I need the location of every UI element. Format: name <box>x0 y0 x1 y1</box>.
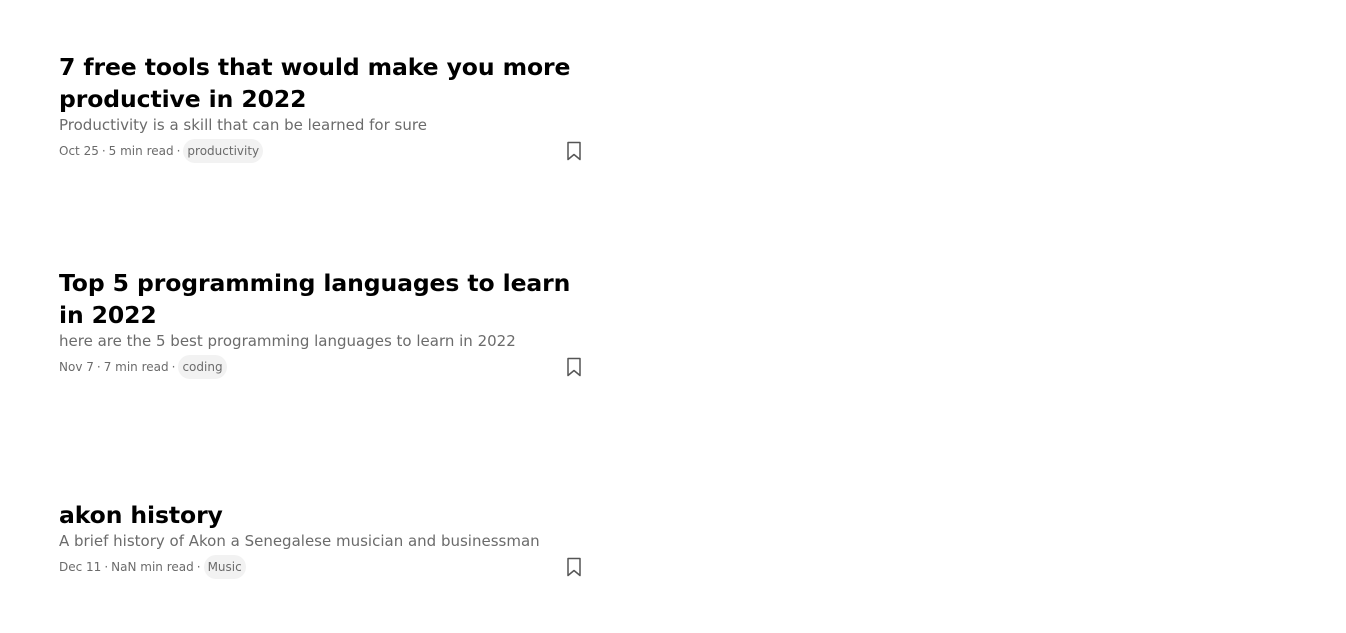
article-date: Nov 7 <box>59 360 94 374</box>
meta-separator: · <box>176 144 181 158</box>
article-meta-row: Nov 7 · 7 min read · coding <box>59 354 589 380</box>
bookmark-button[interactable] <box>564 140 584 162</box>
meta-separator: · <box>96 360 101 374</box>
meta-separator: · <box>101 144 106 158</box>
article-card[interactable]: akon history A brief history of Akon a S… <box>59 499 589 580</box>
bookmark-button[interactable] <box>564 356 584 378</box>
article-subtitle[interactable]: A brief history of Akon a Senegalese mus… <box>59 531 589 551</box>
article-tag[interactable]: productivity <box>183 139 264 163</box>
bookmark-button[interactable] <box>564 556 584 578</box>
meta-separator: · <box>171 360 176 374</box>
meta-separator: · <box>104 560 109 574</box>
bookmark-icon <box>567 141 581 161</box>
meta-separator: · <box>196 560 201 574</box>
article-read-time: 5 min read <box>108 144 174 158</box>
article-tag[interactable]: coding <box>178 355 227 379</box>
article-card[interactable]: 7 free tools that would make you more pr… <box>59 51 589 164</box>
article-meta-row: Oct 25 · 5 min read · productivity <box>59 138 589 164</box>
article-date: Dec 11 <box>59 560 102 574</box>
article-read-time: 7 min read <box>103 360 169 374</box>
article-card[interactable]: Top 5 programming languages to learn in … <box>59 267 589 380</box>
article-subtitle[interactable]: here are the 5 best programming language… <box>59 331 589 351</box>
article-date: Oct 25 <box>59 144 99 158</box>
article-meta: Nov 7 · 7 min read · coding <box>59 354 227 380</box>
article-title[interactable]: Top 5 programming languages to learn in … <box>59 267 589 331</box>
article-meta-row: Dec 11 · NaN min read · Music <box>59 554 589 580</box>
article-tag[interactable]: Music <box>203 555 246 579</box>
bookmark-icon <box>567 357 581 377</box>
article-title[interactable]: akon history <box>59 499 589 531</box>
article-subtitle[interactable]: Productivity is a skill that can be lear… <box>59 115 589 135</box>
bookmark-icon <box>567 557 581 577</box>
article-meta: Oct 25 · 5 min read · productivity <box>59 138 264 164</box>
article-title[interactable]: 7 free tools that would make you more pr… <box>59 51 589 115</box>
article-feed: 7 free tools that would make you more pr… <box>59 0 589 633</box>
article-read-time: NaN min read <box>111 560 194 574</box>
article-meta: Dec 11 · NaN min read · Music <box>59 554 246 580</box>
